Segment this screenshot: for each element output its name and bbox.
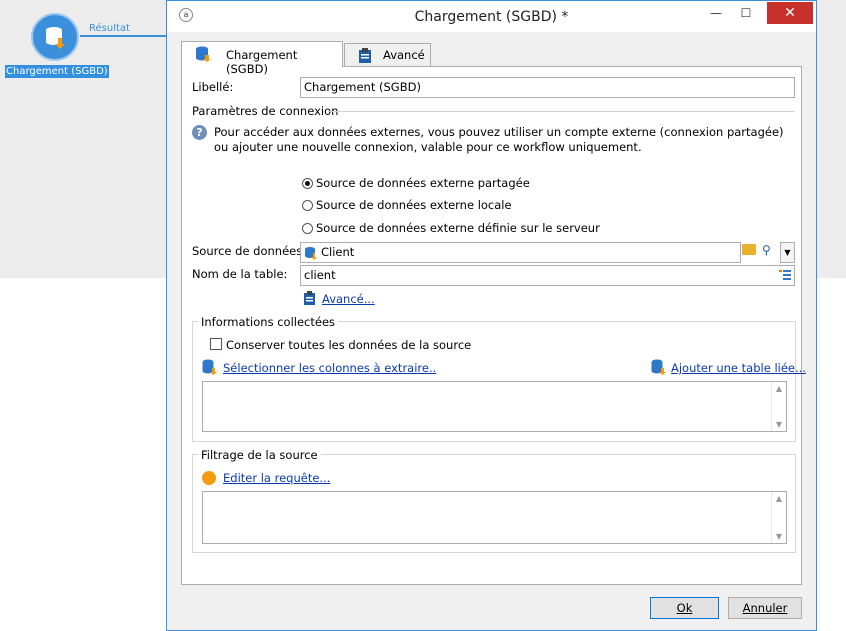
workflow-node-label[interactable]: Chargement (SGBD) — [5, 65, 109, 78]
libelle-label: Libellé: — [192, 80, 234, 94]
radio-server-source[interactable]: Source de données externe définie sur le… — [302, 221, 600, 235]
tab-panel: Libellé: Chargement (SGBD) Paramètres de… — [181, 66, 806, 585]
select-columns-link[interactable]: Sélectionner les colonnes à extraire.. — [223, 361, 436, 375]
advanced-link[interactable]: Avancé... — [322, 292, 375, 306]
list-picker-icon[interactable] — [779, 270, 791, 281]
ok-button[interactable]: Ok — [650, 597, 719, 619]
radio-button[interactable] — [302, 200, 313, 211]
help-text: Pour accéder aux données externes, vous … — [214, 125, 784, 154]
libelle-input[interactable]: Chargement (SGBD) — [300, 77, 795, 98]
minimize-button[interactable]: — — [703, 2, 729, 24]
title-bar[interactable]: a Chargement (SGBD) * — ☐ ✕ — [167, 1, 816, 32]
datasource-label: Source de données: — [192, 244, 307, 258]
radio-label: Source de données externe partagée — [316, 176, 530, 190]
datasource-input[interactable]: Client — [300, 242, 741, 263]
scroll-up-icon[interactable]: ▲ — [772, 494, 786, 503]
edit-query-link[interactable]: Editer la requête... — [223, 471, 330, 485]
query-preview[interactable]: ▲ ▼ — [202, 491, 787, 544]
database-icon — [305, 247, 317, 260]
dialog-window: a Chargement (SGBD) * — ☐ ✕ Chargement (… — [166, 0, 817, 631]
database-icon — [651, 359, 666, 375]
radio-local-source[interactable]: Source de données externe locale — [302, 198, 512, 212]
workflow-activity-node[interactable] — [31, 13, 79, 61]
connection-section-title: Paramètres de connexion — [192, 104, 339, 118]
database-load-icon — [46, 27, 65, 49]
table-name-label: Nom de la table: — [192, 267, 288, 281]
radio-label: Source de données externe définie sur le… — [316, 221, 600, 235]
ok-button-label: Ok — [676, 601, 693, 615]
add-linked-table-link[interactable]: Ajouter une table liée... — [671, 361, 806, 375]
radio-button[interactable] — [302, 223, 313, 234]
scrollbar[interactable]: ▲ ▼ — [771, 492, 786, 543]
cancel-button-label: Annuler — [742, 601, 788, 615]
source-filter-title: Filtrage de la source — [198, 448, 321, 462]
datasource-value: Client — [321, 245, 355, 259]
keep-all-label: Conserver toutes les données de la sourc… — [226, 338, 472, 352]
query-icon — [202, 471, 216, 485]
section-divider — [328, 111, 795, 112]
chevron-down-icon[interactable]: ▼ — [780, 242, 795, 263]
maximize-button[interactable]: ☐ — [733, 2, 759, 24]
table-name-value: client — [304, 268, 336, 282]
tab-avance-label: Avancé — [383, 48, 425, 62]
workflow-transition[interactable] — [80, 35, 168, 37]
table-name-input[interactable]: client — [300, 265, 795, 286]
clipboard-icon — [359, 48, 371, 63]
collected-info-title: Informations collectées — [198, 315, 339, 329]
close-button[interactable]: ✕ — [767, 2, 813, 24]
help-icon: ? — [192, 125, 207, 140]
scroll-down-icon[interactable]: ▼ — [772, 420, 786, 429]
clipboard-icon — [304, 291, 315, 305]
folder-icon[interactable] — [742, 244, 756, 255]
radio-button[interactable] — [302, 178, 313, 189]
scroll-up-icon[interactable]: ▲ — [772, 384, 786, 393]
radio-shared-source[interactable]: Source de données externe partagée — [302, 176, 530, 190]
scroll-down-icon[interactable]: ▼ — [772, 532, 786, 541]
columns-list[interactable]: ▲ ▼ — [202, 381, 787, 432]
database-icon — [202, 359, 217, 375]
radio-label: Source de données externe locale — [316, 198, 512, 212]
keep-all-checkbox[interactable] — [210, 338, 222, 350]
search-icon[interactable]: ⚲ — [762, 243, 771, 257]
scrollbar[interactable]: ▲ ▼ — [771, 382, 786, 431]
tab-chargement[interactable]: Chargement (SGBD) — [181, 41, 343, 76]
tab-chargement-label: Chargement (SGBD) — [226, 48, 298, 76]
database-icon — [196, 46, 211, 62]
cancel-button[interactable]: Annuler — [728, 597, 802, 619]
transition-label: Résultat — [89, 23, 130, 34]
tab-avance[interactable]: Avancé — [344, 43, 431, 67]
